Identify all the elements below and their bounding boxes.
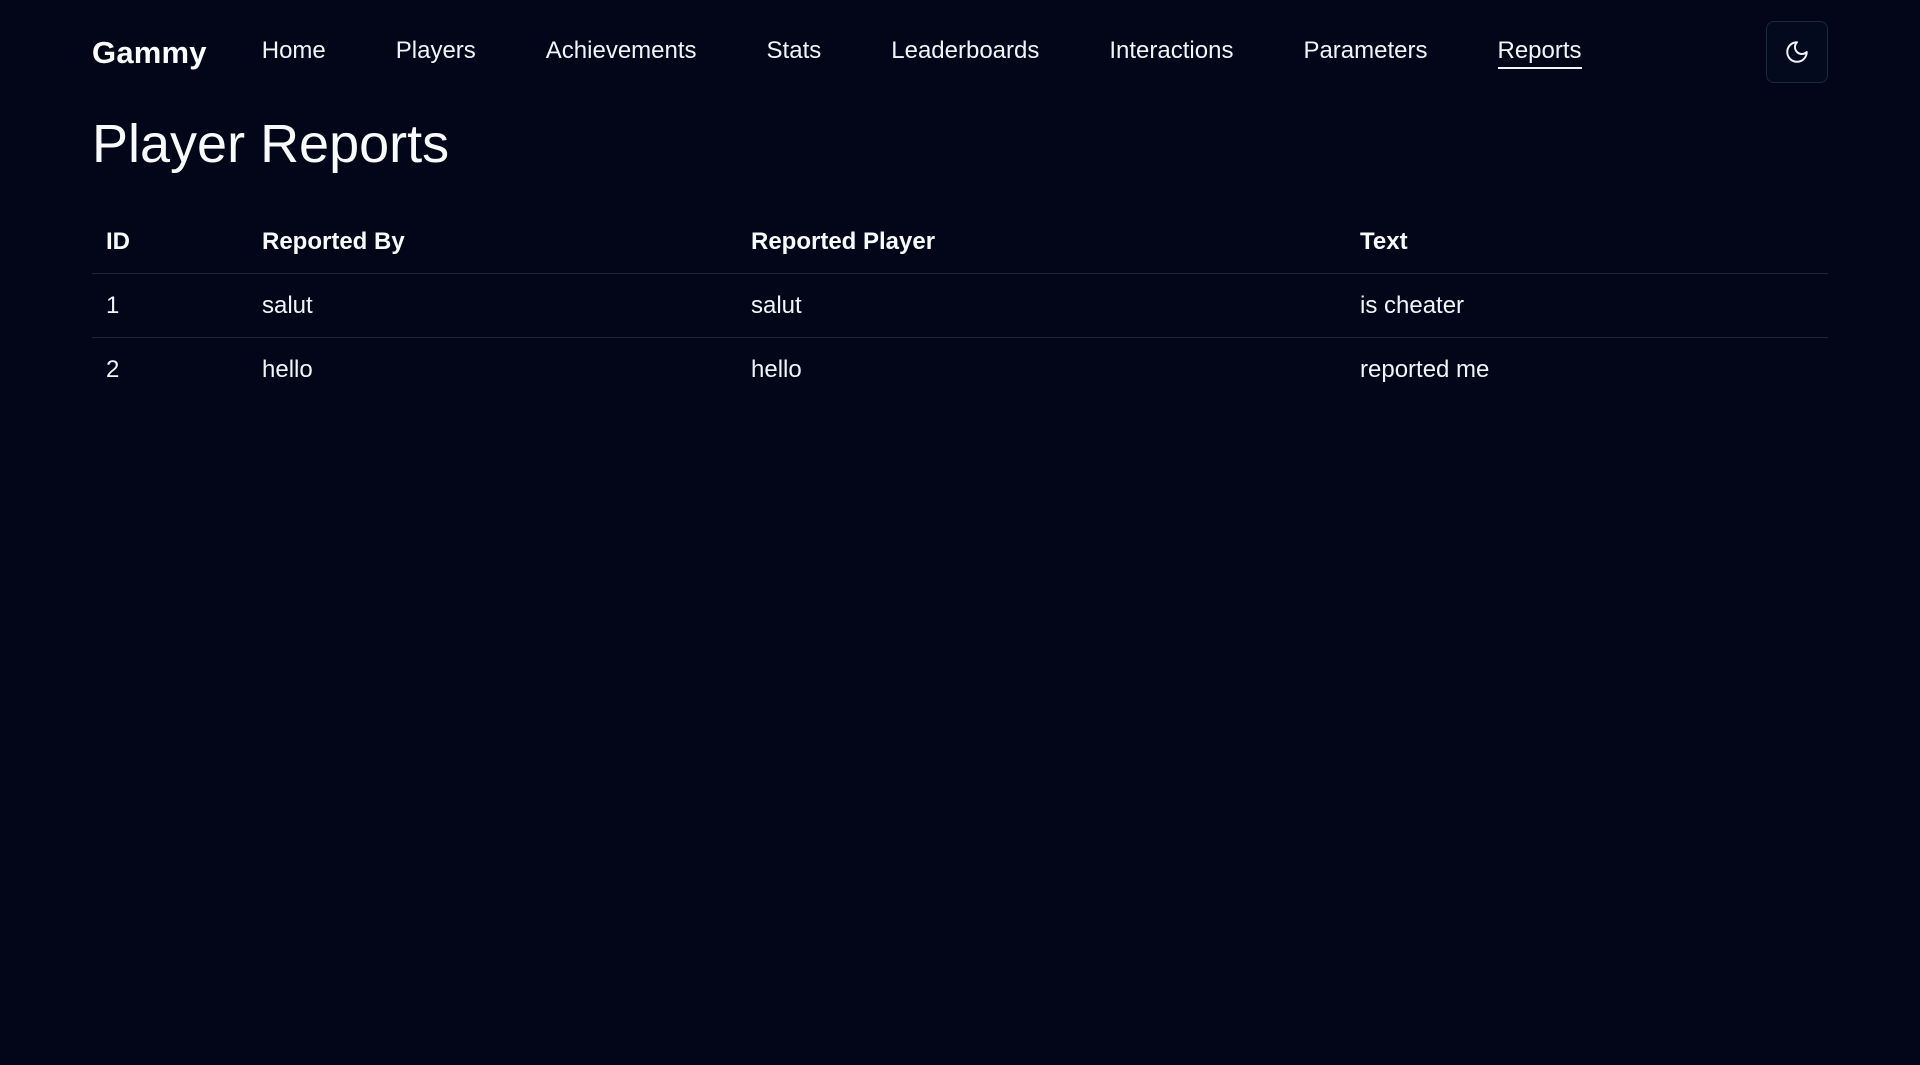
cell-id: 2: [106, 355, 120, 383]
cell-reported-by: hello: [262, 355, 313, 383]
cell-reported-by: salut: [248, 273, 737, 338]
nav-link-reports[interactable]: Reports: [1497, 37, 1582, 69]
reports-table-container: ID Reported By Reported Player Text 1 sa…: [92, 210, 1828, 401]
table-row: 2 hello hello reported me: [92, 338, 1828, 402]
cell-text: is cheater: [1346, 273, 1828, 338]
nav-link-achievements[interactable]: Achievements: [546, 37, 697, 69]
cell-reported-player: salut: [737, 273, 1346, 338]
cell-text: reported me: [1360, 355, 1490, 383]
nav-link-players[interactable]: Players: [396, 37, 476, 69]
brand-logo[interactable]: Gammy: [92, 35, 207, 71]
column-header-reported-player: Reported Player: [737, 210, 1346, 274]
top-navbar: Gammy Home Players Achievements Stats Le…: [92, 20, 1828, 86]
table-header-row: ID Reported By Reported Player Text: [92, 210, 1828, 274]
column-header-reported-by: Reported By: [248, 210, 737, 274]
table-row: 1 salut salut is cheater: [92, 273, 1828, 338]
column-header-id: ID: [92, 210, 248, 274]
column-header-text: Text: [1346, 210, 1828, 274]
nav-link-parameters[interactable]: Parameters: [1303, 37, 1427, 69]
nav-link-leaderboards[interactable]: Leaderboards: [891, 37, 1039, 69]
nav-link-home[interactable]: Home: [262, 37, 326, 69]
page: Gammy Home Players Achievements Stats Le…: [0, 0, 1920, 1065]
reports-table: ID Reported By Reported Player Text 1 sa…: [92, 210, 1828, 401]
cell-reported-player: hello: [751, 355, 802, 383]
cell-id: 1: [92, 273, 248, 338]
theme-toggle-button[interactable]: [1766, 21, 1828, 83]
nav-link-stats[interactable]: Stats: [767, 37, 822, 69]
nav-link-interactions[interactable]: Interactions: [1109, 37, 1233, 69]
moon-icon: [1786, 41, 1808, 63]
page-title: Player Reports: [92, 114, 450, 174]
nav-links: Home Players Achievements Stats Leaderbo…: [262, 37, 1652, 69]
